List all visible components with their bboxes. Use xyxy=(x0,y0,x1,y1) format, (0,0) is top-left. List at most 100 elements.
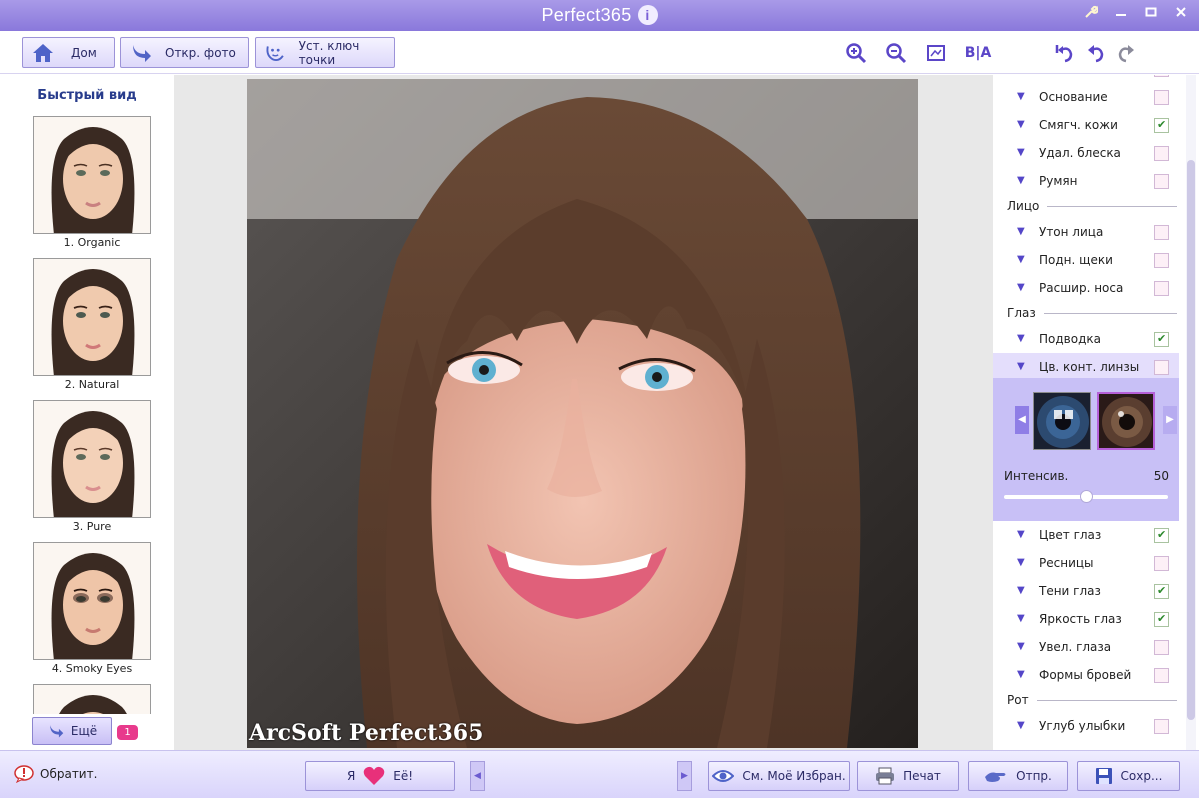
print-button[interactable]: Печат xyxy=(857,761,959,791)
feature-checkbox[interactable] xyxy=(1154,253,1169,268)
feature-checkbox[interactable] xyxy=(1154,90,1169,105)
feature-deepen-smile[interactable]: ▼ Углуб улыбки xyxy=(993,712,1179,740)
feature-checkbox[interactable] xyxy=(1154,612,1169,627)
section-divider xyxy=(1043,312,1177,314)
feature-foundation[interactable]: ▼ Основание xyxy=(993,83,1179,111)
feature-checkbox[interactable] xyxy=(1154,146,1169,161)
undo-icon[interactable] xyxy=(1085,42,1107,64)
undo-all-icon[interactable] xyxy=(1053,42,1075,64)
expand-triangle-icon[interactable]: ▼ xyxy=(1017,92,1027,102)
feature-cheek-lift[interactable]: ▼ Подн. щеки xyxy=(993,246,1179,274)
feature-brow-shape[interactable]: ▼ Формы бровей xyxy=(993,661,1179,689)
feature-skin-soften[interactable]: ▼ Смягч. кожи xyxy=(993,111,1179,139)
minimize-icon[interactable] xyxy=(1113,5,1129,23)
preset-partial[interactable] xyxy=(33,684,151,714)
expand-triangle-icon[interactable]: ▼ xyxy=(1017,558,1027,568)
feature-checkbox[interactable] xyxy=(1154,360,1169,375)
more-presets-label: Ещё xyxy=(70,724,98,738)
lens-swatch-blue[interactable] xyxy=(1033,392,1091,450)
feature-blush[interactable]: ▼ Румян xyxy=(993,167,1179,195)
feature-nose-widen[interactable]: ▼ Расшир. носа xyxy=(993,274,1179,302)
expand-triangle-icon[interactable]: ▼ xyxy=(1017,670,1027,680)
open-photo-label: Откр. фото xyxy=(165,45,236,60)
edited-photo[interactable]: ArcSoft Perfect365 xyxy=(247,79,918,748)
expand-triangle-icon[interactable]: ▼ xyxy=(1017,362,1027,372)
feature-checkbox[interactable] xyxy=(1154,584,1169,599)
section-face: Лицо xyxy=(1007,199,1177,213)
feature-eye-color[interactable]: ▼ Цвет глаз xyxy=(993,521,1179,549)
expand-triangle-icon[interactable]: ▼ xyxy=(1017,614,1027,624)
my-favorites-label: См. Моё Избран. xyxy=(742,769,846,783)
more-presets-button[interactable]: Ещё xyxy=(32,717,112,745)
info-icon[interactable]: i xyxy=(637,5,658,25)
save-button[interactable]: Сохр... xyxy=(1077,761,1180,791)
zoom-in-icon[interactable] xyxy=(845,42,867,64)
expand-triangle-icon[interactable]: ▼ xyxy=(1017,176,1027,186)
preset-organic[interactable]: 1. Organic xyxy=(33,116,151,249)
my-favorites-button[interactable]: См. Моё Избран. xyxy=(708,761,850,791)
expand-triangle-icon[interactable]: ▼ xyxy=(1017,721,1027,731)
redo-icon[interactable] xyxy=(1115,42,1137,64)
feature-checkbox[interactable] xyxy=(1154,281,1169,296)
feedback-link[interactable]: Обратит. xyxy=(14,765,97,783)
preset-caption: 3. Pure xyxy=(72,520,112,533)
more-arrow-icon xyxy=(50,725,64,738)
before-after-toggle[interactable]: B|A xyxy=(962,42,994,64)
feature-eyeliner[interactable]: ▼ Подводка xyxy=(993,325,1179,353)
feature-checkbox[interactable] xyxy=(1154,528,1169,543)
feature-eye-shadow[interactable]: ▼ Тени глаз xyxy=(993,577,1179,605)
feature-checkbox[interactable] xyxy=(1154,668,1169,683)
fit-screen-icon[interactable] xyxy=(925,42,947,64)
home-button[interactable]: Дом xyxy=(22,37,115,68)
feature-shine-removal[interactable]: ▼ Удал. блеска xyxy=(993,139,1179,167)
feature-checkbox[interactable] xyxy=(1154,332,1169,347)
set-keypoints-label: Уст. ключ точки xyxy=(298,38,360,67)
expand-triangle-icon[interactable]: ▼ xyxy=(1017,642,1027,652)
feature-eyelashes[interactable]: ▼ Ресницы xyxy=(993,549,1179,577)
send-hand-icon xyxy=(985,772,1006,782)
feature-eye-brightness[interactable]: ▼ Яркость глаз xyxy=(993,605,1179,633)
expand-triangle-icon[interactable]: ▼ xyxy=(1017,283,1027,293)
settings-wrench-icon[interactable] xyxy=(1083,5,1099,23)
expand-triangle-icon[interactable]: ▼ xyxy=(1017,120,1027,130)
feature-checkbox-partial[interactable] xyxy=(1154,75,1169,77)
maximize-icon[interactable] xyxy=(1143,5,1159,23)
expand-triangle-icon[interactable]: ▼ xyxy=(1017,530,1027,540)
preset-smoky-eyes[interactable]: 4. Smoky Eyes xyxy=(33,542,151,675)
feature-checkbox[interactable] xyxy=(1154,225,1169,240)
open-photo-button[interactable]: Откр. фото xyxy=(120,37,249,68)
send-button[interactable]: Отпр. xyxy=(968,761,1068,791)
scroll-left-arrow[interactable]: ◀ xyxy=(470,761,485,791)
features-scrollbar-thumb[interactable] xyxy=(1187,160,1195,720)
feature-checkbox[interactable] xyxy=(1154,174,1169,189)
feature-label: Яркость глаз xyxy=(1039,612,1122,626)
feature-checkbox[interactable] xyxy=(1154,719,1169,734)
expand-triangle-icon[interactable]: ▼ xyxy=(1017,227,1027,237)
intensity-slider[interactable] xyxy=(1004,490,1168,503)
preset-natural[interactable]: 2. Natural xyxy=(33,258,151,391)
lens-swatch-brown[interactable] xyxy=(1097,392,1155,450)
feature-checkbox[interactable] xyxy=(1154,640,1169,655)
preset-pure[interactable]: 3. Pure xyxy=(33,400,151,533)
feature-checkbox[interactable] xyxy=(1154,118,1169,133)
expand-triangle-icon[interactable]: ▼ xyxy=(1017,148,1027,158)
feature-checkbox[interactable] xyxy=(1154,556,1169,571)
scroll-right-arrow[interactable]: ▶ xyxy=(677,761,692,791)
expand-triangle-icon[interactable]: ▼ xyxy=(1017,586,1027,596)
expand-triangle-icon[interactable]: ▼ xyxy=(1017,255,1027,265)
love-it-button[interactable]: Я Её! xyxy=(305,761,455,791)
feature-face-slim[interactable]: ▼ Утон лица xyxy=(993,218,1179,246)
lens-next-arrow[interactable]: ▶ xyxy=(1163,406,1177,434)
feature-eye-enlarge[interactable]: ▼ Увел. глаза xyxy=(993,633,1179,661)
app-title: Perfect365 xyxy=(541,5,632,25)
expand-triangle-icon[interactable]: ▼ xyxy=(1017,334,1027,344)
intensity-slider-knob[interactable] xyxy=(1079,490,1093,503)
lens-prev-arrow[interactable]: ◀ xyxy=(1015,406,1029,434)
feature-color-contacts[interactable]: ▼ Цв. конт. линзы xyxy=(993,353,1179,381)
zoom-out-icon[interactable] xyxy=(885,42,907,64)
preset-thumbnail xyxy=(33,400,151,518)
set-keypoints-button[interactable]: Уст. ключ точки xyxy=(255,37,395,68)
close-icon[interactable] xyxy=(1173,5,1189,23)
preset-thumbnail xyxy=(33,258,151,376)
eye-icon xyxy=(712,770,735,782)
